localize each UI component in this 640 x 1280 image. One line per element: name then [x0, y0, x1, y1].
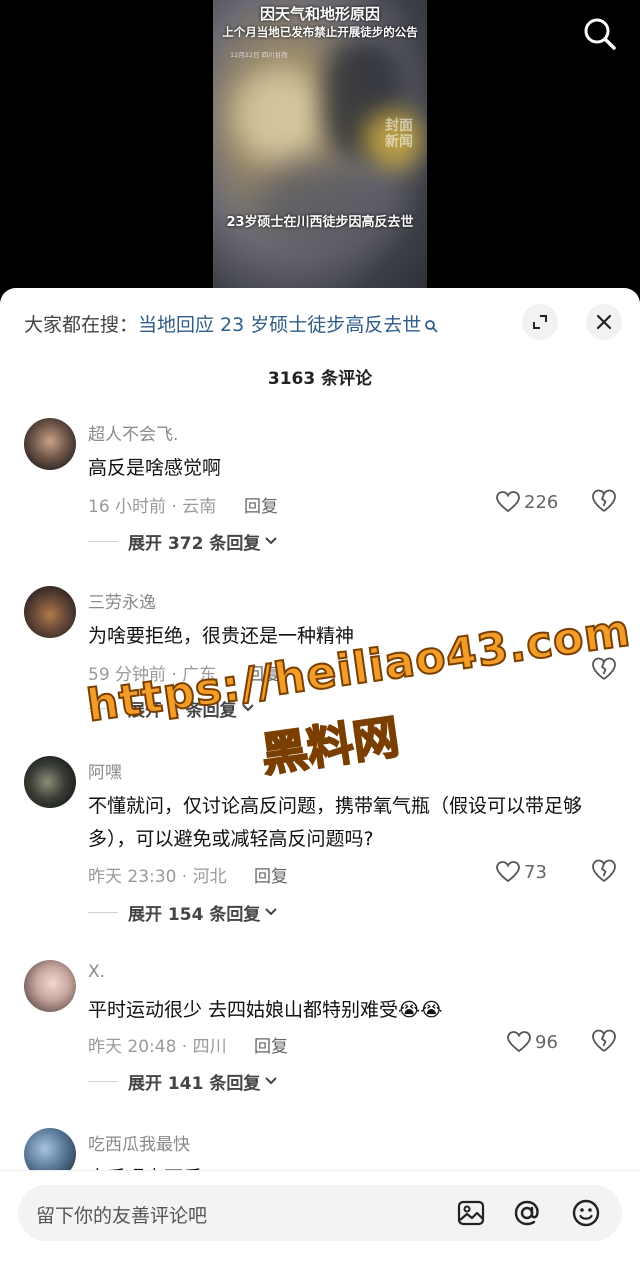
hot-search-query[interactable]: 当地回应 23 岁硕士徒步高反去世 — [138, 314, 421, 336]
chevron-down-icon — [241, 704, 254, 712]
heart-icon — [496, 861, 520, 883]
reply-button[interactable]: 回复 — [254, 862, 288, 887]
expand-replies[interactable]: 展开 1 条回复 — [88, 696, 255, 721]
like-button[interactable]: 96 — [507, 1029, 558, 1055]
dislike-button[interactable] — [591, 1029, 617, 1055]
comment-input[interactable]: 留下你的友善评论吧 — [18, 1185, 622, 1241]
broken-heart-icon — [592, 657, 616, 680]
avatar[interactable] — [24, 960, 76, 1012]
close-icon — [596, 314, 612, 330]
dislike-button[interactable] — [591, 657, 617, 683]
dislike-button[interactable] — [591, 489, 617, 515]
search-icon — [584, 18, 616, 50]
comment-meta: 16 小时前 · 云南 — [88, 497, 217, 517]
comment-username[interactable]: X. — [88, 962, 105, 982]
mention-icon[interactable] — [512, 1198, 542, 1228]
hot-search-row[interactable]: 大家都在搜：当地回应 23 岁硕士徒步高反去世 — [24, 310, 438, 337]
comment-text: 平时运动很少 去四姑娘山都特别难受😭😭 — [88, 999, 443, 1021]
emoji-icon[interactable] — [571, 1198, 601, 1228]
comment-input-placeholder: 留下你的友善评论吧 — [36, 1205, 208, 1227]
search-small-icon — [425, 320, 438, 333]
comment-meta: 59 分钟前 · 广东 — [88, 665, 217, 685]
video-date-note: 12月22日 四川甘孜 — [230, 51, 288, 59]
comment-text: 为啥要拒绝，很贵还是一种精神 — [88, 625, 355, 647]
comment-text: 高反是啥感觉啊 — [88, 457, 222, 479]
dislike-button[interactable] — [591, 859, 617, 885]
divider — [88, 540, 118, 542]
broken-heart-icon — [592, 489, 616, 512]
close-button[interactable] — [586, 304, 622, 340]
comment-username[interactable]: 阿嘿 — [88, 758, 122, 783]
like-count: 96 — [535, 1031, 558, 1053]
hot-search-label: 大家都在搜： — [24, 314, 139, 336]
chevron-down-icon — [265, 537, 278, 545]
comment-input-bar: 留下你的友善评论吧 — [0, 1170, 640, 1280]
divider — [88, 911, 118, 913]
reply-button[interactable]: 回复 — [254, 1032, 288, 1057]
avatar[interactable] — [24, 418, 76, 470]
like-button[interactable]: 226 — [496, 489, 558, 515]
like-button[interactable]: 73 — [496, 859, 547, 885]
avatar[interactable] — [24, 756, 76, 808]
expand-replies-label: 展开 141 条回复 — [128, 1073, 261, 1094]
search-button[interactable] — [580, 14, 620, 54]
like-count: 226 — [524, 491, 559, 513]
comment-meta: 昨天 20:48 · 四川 — [88, 1037, 227, 1057]
video-title-line1: 因天气和地形原因 — [259, 5, 380, 23]
expand-replies[interactable]: 展开 154 条回复 — [88, 900, 278, 925]
reply-button[interactable]: 回复 — [244, 492, 278, 517]
chevron-down-icon — [265, 908, 278, 916]
video-watermark: 封面新闻 — [385, 118, 413, 150]
divider — [88, 707, 118, 709]
expand-icon — [533, 315, 547, 329]
chevron-down-icon — [265, 1077, 278, 1085]
video-caption: 23岁硕士在川西徒步因高反去世 — [226, 215, 414, 230]
comment-meta: 昨天 23:30 · 河北 — [88, 867, 227, 887]
heart-icon — [507, 1031, 531, 1053]
comment-text: 不懂就问，仅讨论高反问题，携带氧气瓶（假设可以带足够多），可以避免或减轻高反问题… — [88, 795, 583, 850]
like-count: 73 — [524, 861, 547, 883]
comment-count: 3163 条评论 — [267, 369, 373, 389]
avatar[interactable] — [24, 586, 76, 638]
broken-heart-icon — [592, 859, 616, 882]
comments-screen: { "video": { "title_line1": "因天气和地形原因", … — [0, 0, 640, 1280]
comment-username[interactable]: 三劳永逸 — [88, 588, 156, 613]
expand-replies[interactable]: 展开 372 条回复 — [88, 529, 278, 554]
expand-replies-label: 展开 154 条回复 — [128, 904, 261, 925]
expand-replies-label: 展开 372 条回复 — [128, 533, 261, 554]
expand-replies[interactable]: 展开 141 条回复 — [88, 1069, 278, 1094]
broken-heart-icon — [592, 1029, 616, 1052]
reply-button[interactable]: 回复 — [247, 660, 281, 685]
comment-sheet: 大家都在搜：当地回应 23 岁硕士徒步高反去世 3163 条评论 超人不会飞. … — [0, 288, 640, 1280]
expand-button[interactable] — [522, 304, 558, 340]
heart-icon — [496, 491, 520, 513]
divider — [88, 1080, 118, 1082]
image-icon[interactable] — [456, 1198, 486, 1228]
video-title-line2: 上个月当地已发布禁止开展徒步的公告 — [222, 25, 418, 39]
video-player[interactable]: 因天气和地形原因 上个月当地已发布禁止开展徒步的公告 12月22日 四川甘孜 封… — [0, 0, 640, 300]
video-frame[interactable]: 因天气和地形原因 上个月当地已发布禁止开展徒步的公告 12月22日 四川甘孜 封… — [213, 0, 427, 300]
comment-username[interactable]: 超人不会飞. — [88, 420, 178, 445]
expand-replies-label: 展开 1 条回复 — [128, 700, 237, 721]
comment-username[interactable]: 吃西瓜我最快 — [88, 1130, 190, 1155]
